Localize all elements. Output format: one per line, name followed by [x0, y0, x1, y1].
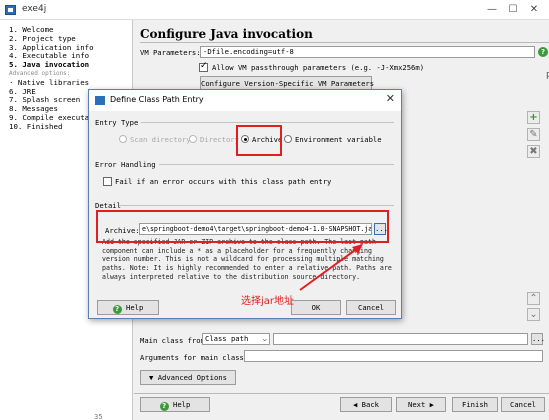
minimize-button[interactable]: — [482, 2, 502, 17]
detail-line [119, 205, 394, 206]
allow-vm-passthrough-label: Allow VM passthrough parameters (e.g. -J… [212, 63, 425, 72]
help-icon: ? [159, 402, 169, 411]
entry-type-line [141, 122, 394, 123]
archive-description: Add the specified JAR or ZIP archive to … [102, 238, 392, 281]
annotation-label: 选择jar地址 [241, 296, 295, 307]
vm-parameters-label: VM Parameters: [140, 48, 201, 57]
chevron-down-icon: ▼ [149, 373, 154, 382]
scan-directory-label: Scan directory [130, 135, 191, 144]
dialog-ok-button[interactable]: OK [291, 300, 341, 315]
sidebar-step: 5. Java invocation [9, 60, 90, 70]
chevron-down-icon: ⌵ [262, 334, 267, 343]
main-class-browse-button[interactable]: ... [531, 333, 545, 345]
main-class-input[interactable] [273, 333, 528, 345]
finish-button[interactable]: Finish [452, 397, 498, 412]
error-handling-heading: Error Handling [95, 160, 156, 169]
move-down-icon[interactable]: ⌄ [527, 308, 540, 321]
dialog-close-button[interactable]: ✕ [386, 92, 395, 105]
page-title: Configure Java invocation [140, 27, 313, 41]
next-button[interactable]: Next ▶ [396, 397, 446, 412]
next-arrow-icon: ▶ [429, 400, 434, 409]
back-button[interactable]: ◀ Back [340, 397, 392, 412]
vm-parameters-input[interactable]: -Dfile.encoding=utf-8 [200, 46, 535, 58]
fail-on-error-label: Fail if an error occurs with this class … [115, 177, 332, 186]
fail-on-error-checkbox[interactable] [103, 177, 112, 186]
vm-help-icon[interactable]: ? [538, 47, 548, 57]
directory-label: Directory [200, 135, 239, 144]
version-text: 35 [94, 412, 103, 420]
title-divider [140, 42, 549, 43]
dialog-help-button[interactable]: ? Help [97, 300, 159, 315]
entry-type-heading: Entry Type [95, 118, 139, 127]
allow-vm-passthrough-checkbox[interactable] [199, 61, 208, 72]
add-entry-icon[interactable]: + [527, 111, 540, 124]
dialog-title-bar: Define Class Path Entry ✕ [89, 90, 401, 111]
exe4j-app-icon [5, 5, 16, 15]
dialog-title: Define Class Path Entry [110, 95, 204, 104]
move-up-icon[interactable]: ⌃ [527, 292, 540, 305]
archive-highlight-box [236, 125, 282, 156]
main-class-source-select[interactable]: Class path ⌵ [202, 333, 270, 345]
main-class-from-label: Main class from [140, 336, 205, 345]
help-button[interactable]: ? Help [140, 397, 210, 412]
dialog-cancel-button[interactable]: Cancel [346, 300, 396, 315]
archive-path-highlight-box [96, 210, 389, 243]
title-bar: exe4j — ☐ ✕ [0, 0, 549, 20]
environment-variable-label: Environment variable [295, 135, 382, 144]
environment-variable-radio[interactable] [284, 135, 292, 143]
remove-entry-icon[interactable]: ✖ [527, 145, 540, 158]
window-title: exe4j [22, 4, 47, 14]
scan-directory-radio[interactable] [119, 135, 127, 143]
cancel-button[interactable]: Cancel [501, 397, 545, 412]
footer-divider [134, 393, 549, 394]
exe4j-app-icon [95, 96, 105, 105]
edit-entry-icon[interactable]: ✎ [527, 128, 540, 141]
close-button[interactable]: ✕ [524, 2, 544, 17]
arguments-input[interactable] [244, 350, 543, 362]
error-handling-line [159, 164, 394, 165]
advanced-options-button[interactable]: ▼ Advanced Options [140, 370, 236, 385]
directory-radio[interactable] [189, 135, 197, 143]
detail-heading: Detail [95, 201, 121, 210]
maximize-button[interactable]: ☐ [503, 2, 523, 17]
define-class-path-dialog: Define Class Path Entry ✕ Entry Type Sca… [88, 89, 402, 319]
arguments-label: Arguments for main class: [140, 353, 249, 362]
back-arrow-icon: ◀ [353, 400, 358, 409]
help-icon: ? [112, 305, 122, 314]
